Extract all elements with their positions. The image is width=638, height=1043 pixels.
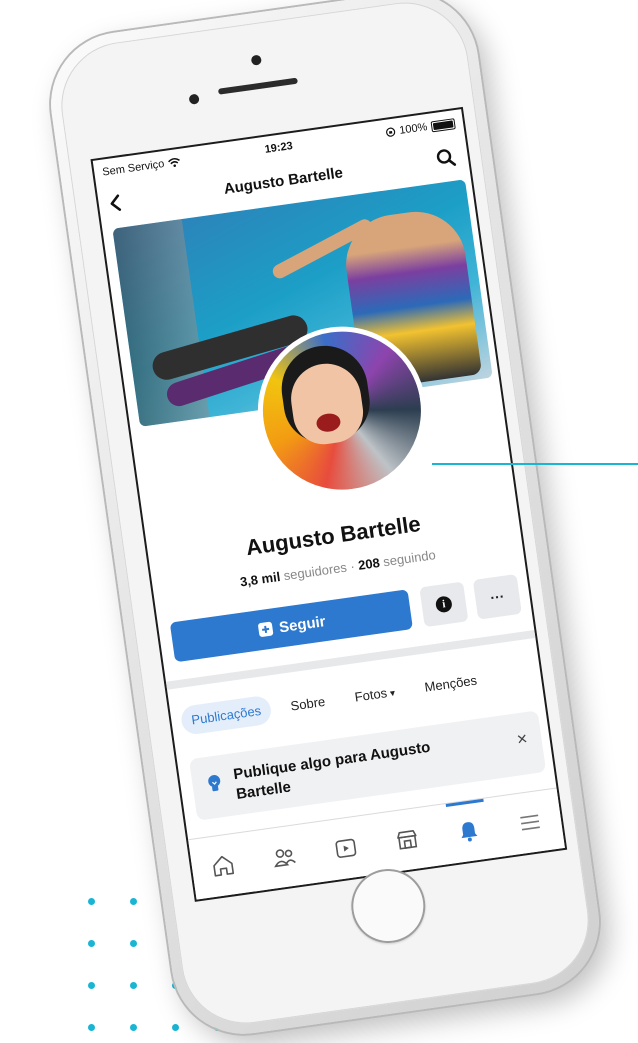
dot: [88, 1024, 95, 1031]
tab-label: Publicações: [190, 702, 262, 728]
promo-stage: Sem Serviço 19:23 100% Augusto Bartelle …: [0, 0, 638, 1043]
status-right: 100%: [385, 117, 456, 139]
phone-mockup: Sem Serviço 19:23 100% Augusto Bartelle …: [41, 0, 609, 1043]
orientation-lock-icon: [385, 127, 396, 137]
tab-fotos[interactable]: Fotos▾: [343, 675, 407, 712]
tab-publicacoes[interactable]: Publicações: [179, 694, 273, 736]
phone-screen: Sem Serviço 19:23 100% Augusto Bartelle …: [90, 106, 568, 902]
tab-label: Fotos: [353, 684, 388, 705]
close-icon[interactable]: ×: [515, 728, 528, 750]
tabbar-friends[interactable]: [250, 823, 320, 891]
phone-bezel: Sem Serviço 19:23 100% Augusto Bartelle …: [53, 0, 597, 1032]
dot: [130, 940, 137, 947]
dot: [88, 982, 95, 989]
stats-separator: ·: [349, 558, 356, 574]
following-count[interactable]: 208: [357, 555, 381, 573]
dot: [130, 898, 137, 905]
tabbar-marketplace[interactable]: [372, 806, 442, 874]
home-icon: [213, 855, 235, 877]
avatar-face: [286, 359, 368, 449]
info-icon: i: [434, 595, 453, 614]
post-prompt-text: Publique algo para Augusto Bartelle: [232, 738, 432, 803]
followers-label[interactable]: seguidores: [283, 560, 348, 584]
tabbar-notifications[interactable]: [434, 797, 504, 865]
earpiece-speaker: [217, 77, 298, 95]
battery-icon: [430, 117, 456, 132]
following-label[interactable]: seguindo: [382, 547, 436, 569]
video-icon: [335, 838, 357, 858]
battery-percent: 100%: [398, 121, 429, 137]
tab-label: Sobre: [289, 693, 326, 714]
tabbar-home[interactable]: [188, 832, 258, 900]
search-icon[interactable]: [434, 146, 457, 169]
dot: [130, 1024, 137, 1031]
lightbulb-icon: [208, 775, 221, 792]
dot: [88, 898, 95, 905]
front-camera: [250, 54, 262, 66]
info-button[interactable]: i: [419, 581, 469, 628]
caret-down-icon: ▾: [389, 687, 396, 700]
more-icon: ···: [489, 587, 506, 606]
add-friend-icon: [257, 621, 273, 637]
friends-icon: [274, 849, 296, 868]
followers-count[interactable]: 3,8 mil: [239, 569, 281, 589]
marketplace-icon: [397, 830, 418, 850]
tabbar-menu[interactable]: [495, 788, 565, 856]
tab-sobre[interactable]: Sobre: [279, 685, 337, 721]
menu-icon: [520, 814, 540, 831]
battery-level: [432, 119, 454, 130]
dot: [172, 1024, 179, 1031]
notifications-icon: [461, 822, 478, 842]
tab-label: Menções: [423, 672, 478, 695]
callout-pointer-line: [432, 463, 638, 465]
dot: [88, 940, 95, 947]
tab-mencoes[interactable]: Menções: [413, 664, 489, 703]
dot: [130, 982, 137, 989]
proximity-sensor: [188, 93, 200, 105]
follow-button-label: Seguir: [277, 612, 327, 636]
more-options-button[interactable]: ···: [472, 573, 522, 620]
